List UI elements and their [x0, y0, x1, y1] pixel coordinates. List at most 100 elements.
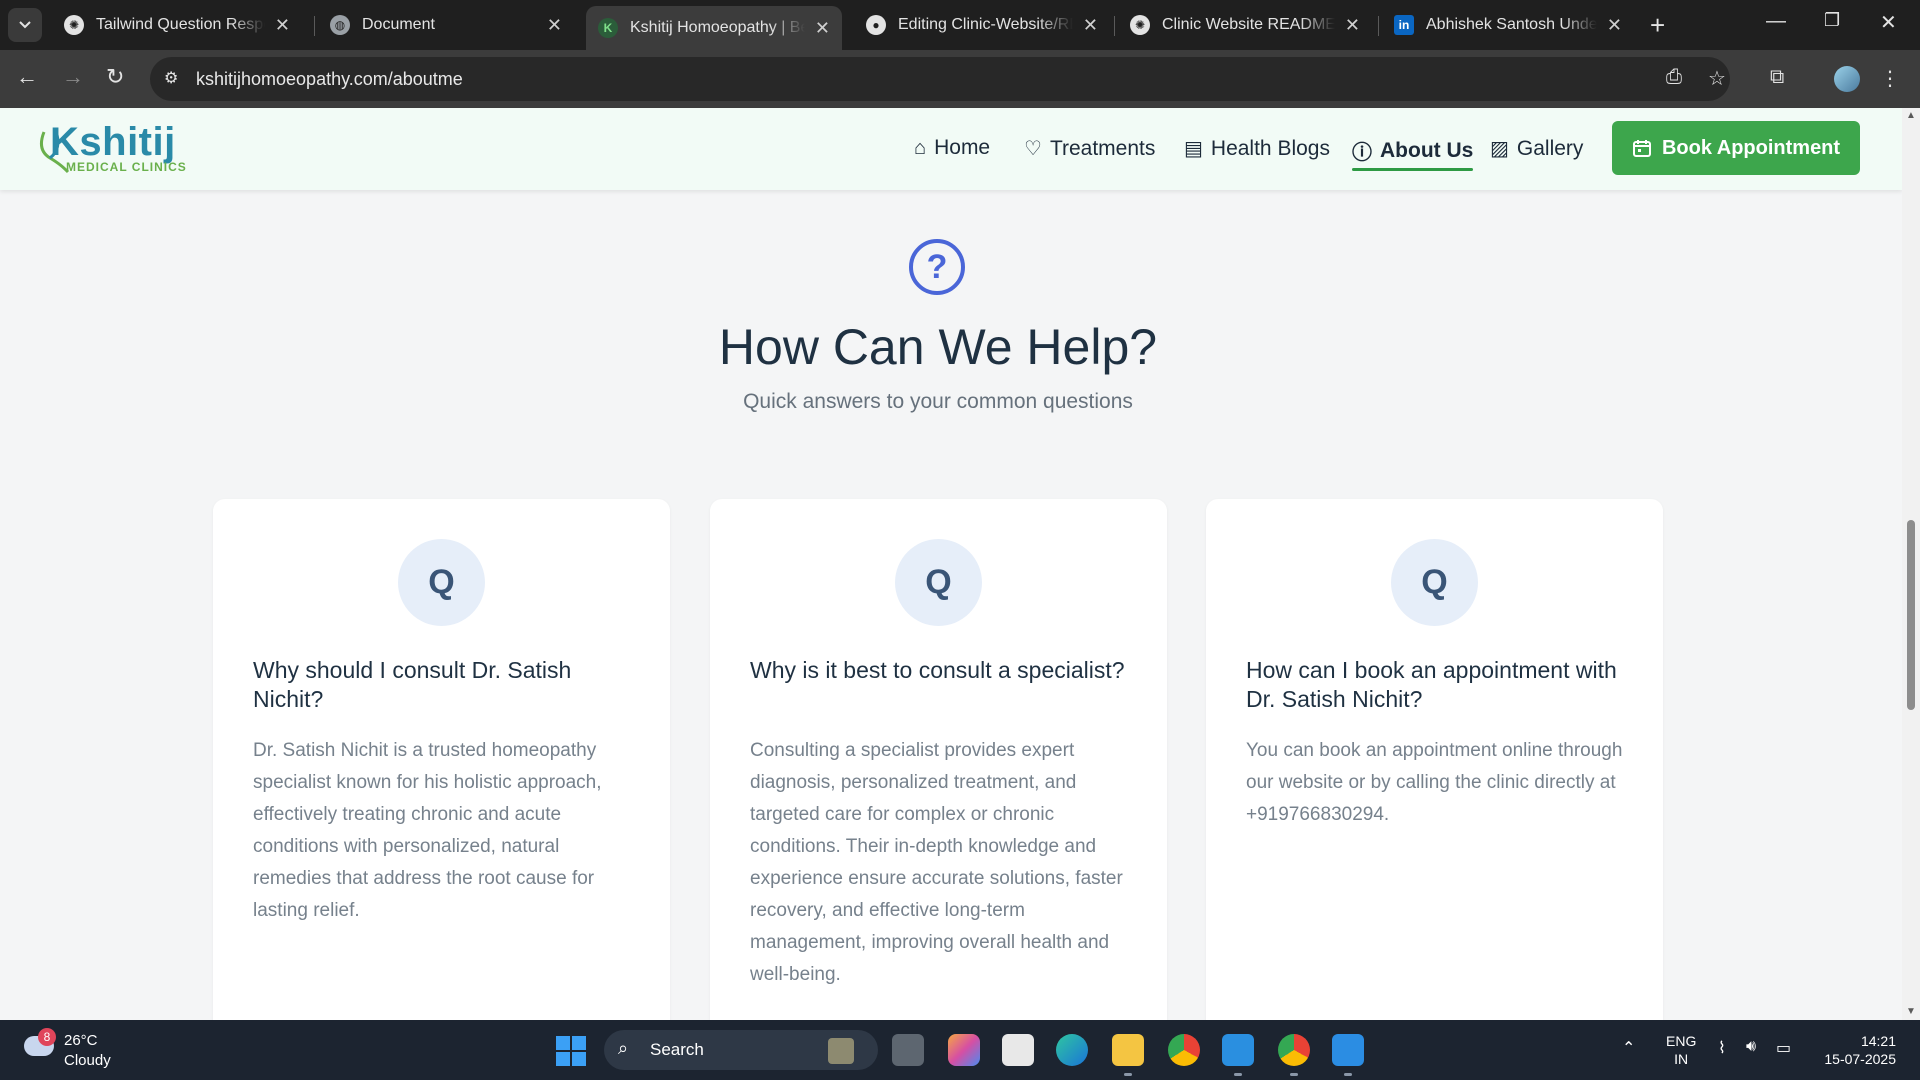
- scroll-down-icon[interactable]: ▼: [1906, 1006, 1916, 1017]
- faq-card: Q Why is it best to consult a specialist…: [710, 499, 1167, 1059]
- close-tab-icon[interactable]: ✕: [815, 18, 830, 39]
- wifi-icon[interactable]: ⌇: [1718, 1038, 1726, 1058]
- tab-search-button[interactable]: [8, 8, 42, 42]
- windows-start-icon[interactable]: [556, 1036, 586, 1066]
- home-icon: ⌂: [914, 136, 927, 159]
- browser-tab[interactable]: ✺ Tailwind Question Respons ✕: [52, 6, 302, 44]
- url-text[interactable]: kshitijhomoeopathy.com/aboutme: [196, 69, 463, 90]
- close-tab-icon[interactable]: ✕: [275, 15, 290, 36]
- lang-line1: ENG: [1666, 1033, 1697, 1049]
- browser-tab[interactable]: ● Editing Clinic-Website/REA ✕: [854, 6, 1110, 44]
- nav-treatments[interactable]: ♡ Treatments: [1024, 136, 1155, 161]
- nav-gallery[interactable]: ▨ Gallery: [1490, 136, 1583, 161]
- volume-icon[interactable]: 🔊︎: [1746, 1038, 1756, 1056]
- install-app-icon[interactable]: ⎙: [1666, 66, 1682, 89]
- nav-home[interactable]: ⌂ Home: [914, 136, 990, 160]
- nav-health-blogs[interactable]: ▤ Health Blogs: [1184, 136, 1330, 161]
- close-tab-icon[interactable]: ✕: [547, 15, 562, 36]
- site-header: Kshitij MEDICAL CLINICS ⌂ Home ♡ Treatme…: [0, 108, 1902, 190]
- tab-title: Kshitij Homoeopathy | Best: [630, 19, 805, 36]
- page-scrollbar[interactable]: ▲ ▼: [1902, 108, 1920, 1020]
- minimize-icon[interactable]: —: [1766, 10, 1786, 33]
- chevron-up-icon[interactable]: ⌃: [1622, 1038, 1635, 1058]
- app-icon[interactable]: [1332, 1034, 1364, 1076]
- book-appointment-button[interactable]: Book Appointment: [1612, 121, 1860, 175]
- tab-title: Document: [362, 16, 435, 33]
- nav-label: Gallery: [1516, 136, 1584, 160]
- file-explorer-icon[interactable]: [1112, 1034, 1144, 1076]
- chatgpt-icon: ✺: [1130, 15, 1150, 35]
- github-icon: ●: [866, 15, 886, 35]
- q-badge-icon: Q: [895, 539, 982, 626]
- extensions-icon[interactable]: ⧉: [1770, 66, 1784, 89]
- info-icon: ⓘ: [1352, 142, 1372, 164]
- close-window-icon[interactable]: ✕: [1880, 10, 1897, 35]
- nav-label: Health Blogs: [1210, 136, 1330, 160]
- nav-label: Treatments: [1049, 136, 1156, 160]
- search-highlight-image: [828, 1038, 854, 1064]
- edge-icon[interactable]: [1056, 1034, 1088, 1066]
- faq-subheading: Quick answers to your common questions: [743, 390, 1133, 413]
- globe-icon: ◍: [330, 15, 350, 35]
- site-logo[interactable]: Kshitij MEDICAL CLINICS: [38, 120, 198, 174]
- weather-temp: 26°C: [64, 1032, 98, 1049]
- notification-badge: 8: [38, 1028, 56, 1046]
- restore-icon[interactable]: ❐: [1824, 10, 1840, 31]
- faq-heading: How Can We Help?: [718, 319, 1158, 375]
- vscode-icon[interactable]: [1222, 1034, 1254, 1076]
- faq-question: Why should I consult Dr. Satish Nichit?: [253, 657, 572, 712]
- chatgpt-icon: ✺: [64, 15, 84, 35]
- taskbar-search[interactable]: ⌕ Search: [604, 1030, 878, 1070]
- copilot-icon[interactable]: [948, 1034, 980, 1066]
- browser-tab[interactable]: ✺ Clinic Website README Gu ✕: [1118, 6, 1372, 44]
- clock-date: 15-07-2025: [1824, 1051, 1896, 1067]
- back-icon[interactable]: ←: [16, 64, 38, 90]
- address-bar[interactable]: ⚙ kshitijhomoeopathy.com/aboutme: [150, 57, 1730, 101]
- tab-title: Tailwind Question Respons: [96, 16, 265, 33]
- document-icon: ▤: [1184, 138, 1203, 160]
- task-view-icon[interactable]: [892, 1034, 924, 1066]
- clock-time: 14:21: [1860, 1033, 1896, 1049]
- heart-pulse-icon: ♡: [1024, 138, 1042, 160]
- weather-widget[interactable]: 8 26°C Cloudy: [20, 1028, 140, 1072]
- chrome-profile-icon[interactable]: [1278, 1034, 1310, 1076]
- chrome-icon[interactable]: [1168, 1034, 1200, 1066]
- search-icon: ⌕: [618, 1038, 629, 1058]
- logo-brand: Kshitij: [50, 120, 176, 164]
- nav-about-us[interactable]: ⓘ About Us: [1352, 136, 1474, 171]
- bookmark-star-icon[interactable]: ☆: [1708, 66, 1726, 91]
- scrollbar-thumb[interactable]: [1907, 520, 1915, 710]
- browser-tab[interactable]: in Abhishek Santosh Unde | L ✕: [1382, 6, 1634, 44]
- close-tab-icon[interactable]: ✕: [1607, 15, 1622, 36]
- faq-question: Why is it best to consult a specialist?: [750, 657, 1125, 683]
- new-tab-icon[interactable]: +: [1650, 10, 1665, 41]
- language-indicator[interactable]: ENG IN: [1666, 1032, 1696, 1068]
- chevron-down-icon: [19, 21, 31, 29]
- faq-answer: Consulting a specialist provides expert …: [750, 740, 1123, 985]
- close-tab-icon[interactable]: ✕: [1083, 15, 1098, 36]
- logo-tagline: MEDICAL CLINICS: [66, 160, 187, 174]
- book-appointment-label: Book Appointment: [1661, 136, 1841, 159]
- close-tab-icon[interactable]: ✕: [1345, 15, 1360, 36]
- scroll-up-icon[interactable]: ▲: [1906, 110, 1916, 121]
- more-menu-icon[interactable]: ⋮: [1880, 66, 1900, 91]
- search-label: Search: [650, 1040, 704, 1059]
- battery-icon[interactable]: ▭: [1776, 1038, 1791, 1058]
- windows-taskbar: 8 26°C Cloudy ⌕ Search ⌃ ENG IN ⌇ 🔊︎ ▭ 1…: [0, 1020, 1920, 1080]
- browser-tab-active[interactable]: K Kshitij Homoeopathy | Best ✕: [586, 6, 842, 50]
- browser-tab-strip: ✺ Tailwind Question Respons ✕ ◍ Document…: [0, 0, 1920, 50]
- q-badge-icon: Q: [1391, 539, 1478, 626]
- kshitij-favicon: K: [598, 18, 618, 38]
- question-circle-icon: ?: [909, 239, 965, 295]
- forward-icon[interactable]: →: [62, 64, 84, 90]
- profile-avatar[interactable]: [1834, 66, 1860, 92]
- browser-tab[interactable]: ◍ Document ✕: [318, 6, 574, 44]
- microsoft-store-icon[interactable]: [1002, 1034, 1034, 1066]
- faq-question: How can I book an appointment with Dr. S…: [1246, 657, 1617, 712]
- faq-card: Q How can I book an appointment with Dr.…: [1206, 499, 1663, 1059]
- site-info-icon[interactable]: ⚙: [164, 68, 186, 90]
- faq-answer: You can book an appointment online throu…: [1246, 740, 1623, 825]
- system-clock[interactable]: 14:21 15-07-2025: [1812, 1032, 1896, 1068]
- reload-icon[interactable]: ↻: [106, 64, 124, 90]
- tab-title: Abhishek Santosh Unde | L: [1426, 16, 1597, 33]
